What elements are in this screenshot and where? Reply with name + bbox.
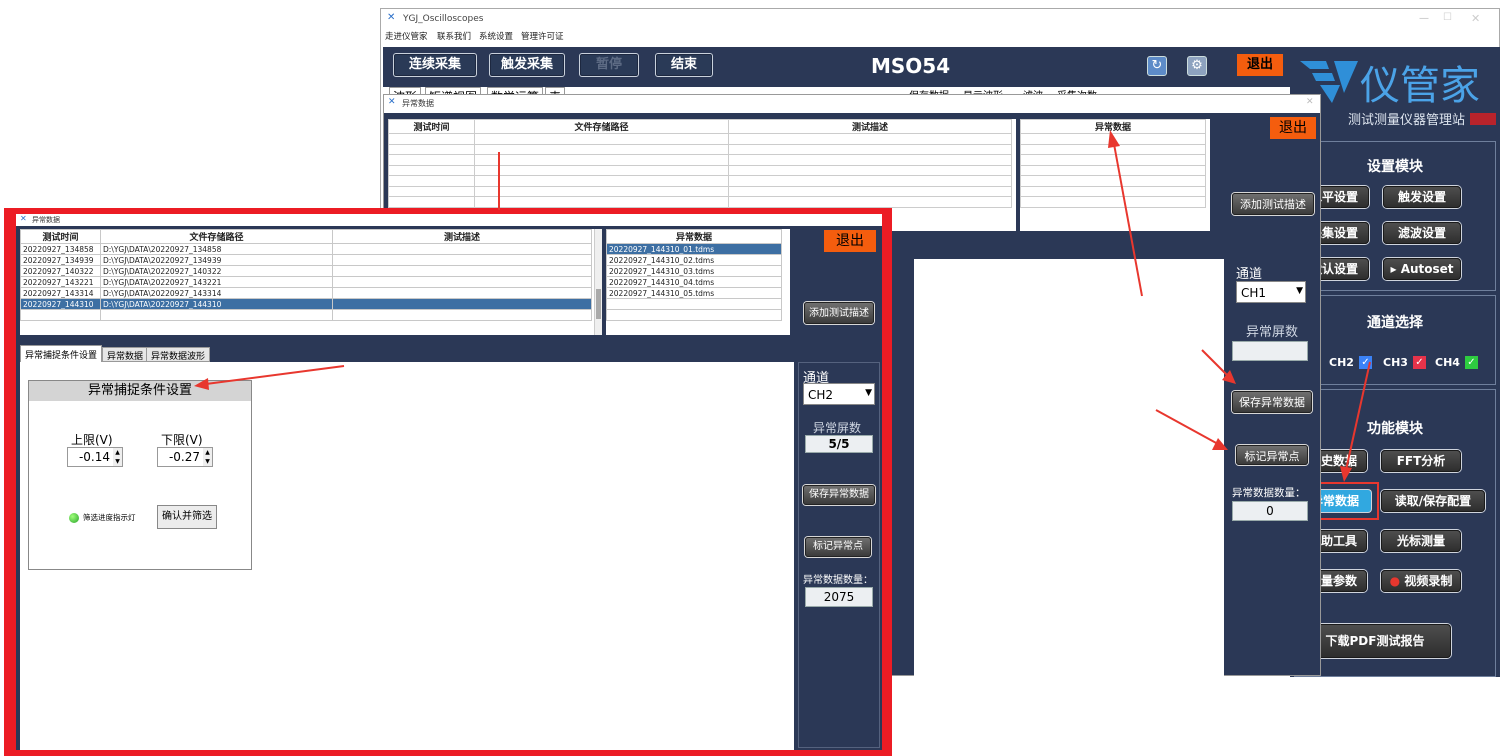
arrow-to-abnormal-button bbox=[1345, 361, 1371, 471]
arrow-to-save-button bbox=[1201, 349, 1229, 377]
arrowhead bbox=[1340, 466, 1352, 482]
arrow-to-conditions-title bbox=[205, 365, 345, 385]
arrowhead bbox=[1212, 438, 1228, 450]
arrowhead bbox=[1108, 130, 1120, 148]
annotation-arrows bbox=[194, 130, 1371, 482]
arrow-to-abnormal-header bbox=[1113, 143, 1143, 297]
arrow-to-mark-button bbox=[1155, 409, 1219, 445]
arrowhead bbox=[194, 378, 209, 390]
